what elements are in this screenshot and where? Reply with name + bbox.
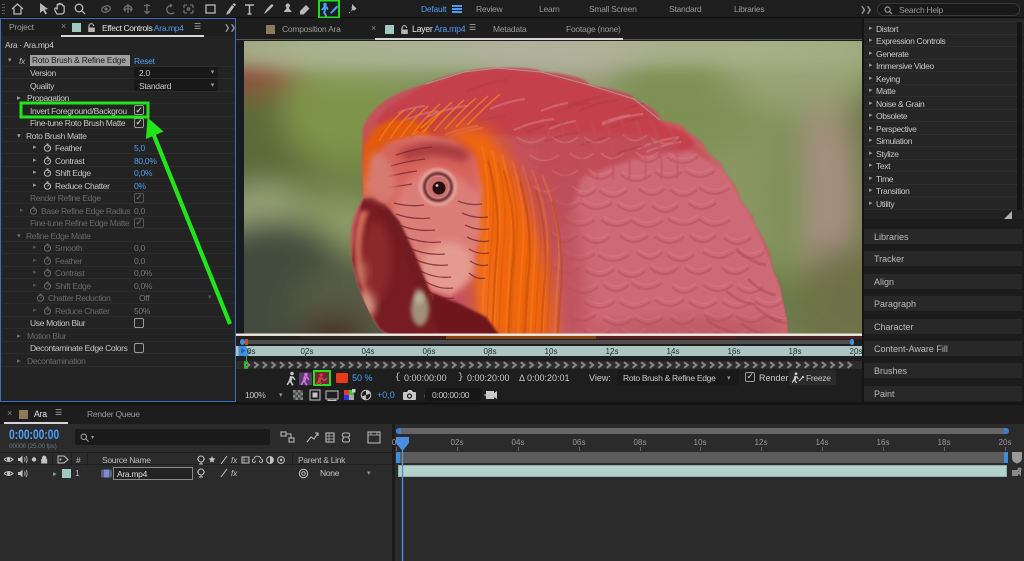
svg-text:fx: fx bbox=[231, 456, 238, 465]
svg-text:fx: fx bbox=[231, 469, 238, 478]
